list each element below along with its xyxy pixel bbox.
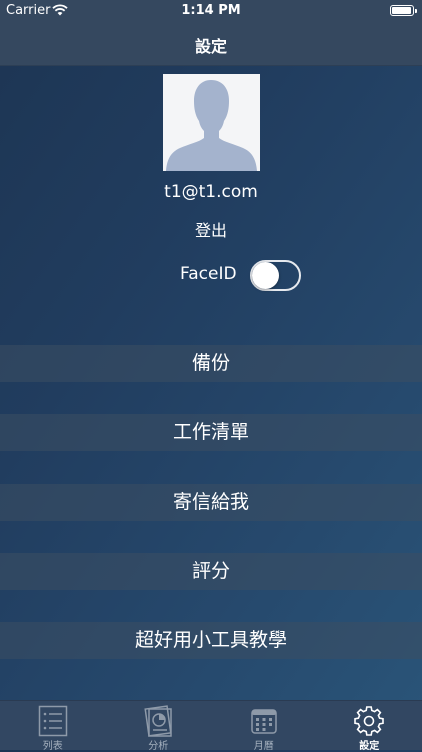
faceid-toggle[interactable] [250, 260, 301, 291]
toggle-knob [252, 262, 279, 289]
user-email: t1@t1.com [0, 182, 422, 202]
status-bar: Carrier 1:14 PM [0, 0, 422, 22]
chart-icon [142, 705, 174, 737]
tab-analysis[interactable]: 分析 [106, 701, 212, 750]
worklist-button[interactable]: 工作清單 [0, 414, 422, 451]
calendar-icon [248, 705, 280, 737]
tab-settings[interactable]: 設定 [317, 701, 422, 750]
tutorial-button[interactable]: 超好用小工具教學 [0, 622, 422, 659]
clock-time: 1:14 PM [0, 3, 422, 18]
battery-icon [390, 5, 414, 16]
avatar[interactable] [163, 74, 260, 171]
rate-button[interactable]: 評分 [0, 553, 422, 590]
tab-list[interactable]: 列表 [0, 701, 106, 750]
tab-calendar[interactable]: 月曆 [211, 701, 317, 750]
person-silhouette-icon [163, 74, 260, 171]
navigation-bar: 設定 [0, 22, 422, 66]
logout-button[interactable]: 登出 [161, 215, 261, 243]
page-title: 設定 [0, 33, 422, 57]
list-icon [37, 705, 69, 737]
backup-button[interactable]: 備份 [0, 345, 422, 382]
gear-icon [353, 705, 385, 737]
tab-bar: 列表 分析 月曆 設定 [0, 700, 422, 750]
faceid-label: FaceID [180, 264, 237, 284]
send-mail-button[interactable]: 寄信給我 [0, 484, 422, 521]
